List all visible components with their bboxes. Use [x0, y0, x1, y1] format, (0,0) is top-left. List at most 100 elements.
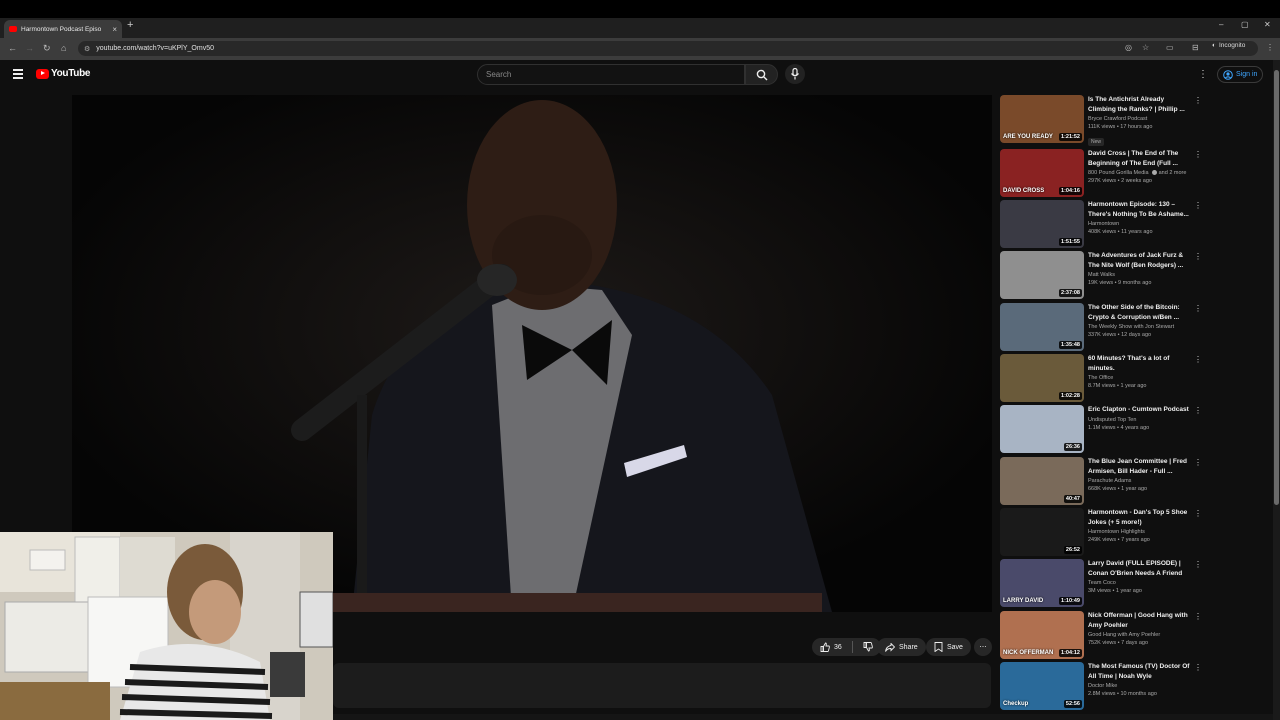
hamburger-icon[interactable] — [13, 69, 23, 79]
incognito-indicator[interactable]: ◐ Incognito — [1212, 42, 1245, 49]
bookmark-star-icon[interactable]: ☆ — [1142, 43, 1149, 52]
scrollbar-thumb[interactable] — [1274, 70, 1279, 505]
tab-close-icon[interactable]: × — [112, 25, 117, 34]
search-button[interactable] — [745, 64, 778, 85]
more-vert-icon[interactable]: ⋮ — [1194, 509, 1202, 518]
recommendation-thumbnail[interactable]: ARE YOU READY 1:21:52 — [1000, 95, 1084, 143]
recommendation-thumbnail[interactable]: 26:52 — [1000, 508, 1084, 556]
search-input[interactable]: Search — [477, 64, 745, 85]
thumbs-down-icon[interactable] — [863, 642, 873, 652]
more-vert-icon[interactable]: ⋮ — [1194, 560, 1202, 569]
recommendation-thumbnail[interactable]: 26:36 — [1000, 405, 1084, 453]
recommendation-info[interactable]: The Other Side of the Bitcoin: Crypto & … — [1088, 303, 1192, 338]
recommendation-thumbnail[interactable]: 1:51:55 — [1000, 200, 1084, 248]
address-bar[interactable]: ⚙ youtube.com/watch?v=uKPlY_Omv50 — [78, 41, 1258, 56]
recommendation-title[interactable]: The Adventures of Jack Furz & The Nite W… — [1088, 251, 1192, 270]
browser-tab[interactable]: Harmontown Podcast Episo × — [4, 20, 122, 38]
home-icon[interactable]: ⌂ — [61, 43, 66, 53]
recommendation-item[interactable]: 1:51:55 Harmontown Episode: 130 – There's… — [1000, 200, 1202, 250]
recommendation-thumbnail[interactable]: Checkup 52:56 — [1000, 662, 1084, 710]
recommendation-item[interactable]: ARE YOU READY 1:21:52 Is The Antichrist Al… — [1000, 95, 1202, 148]
recommendation-title[interactable]: Harmontown Episode: 130 – There's Nothin… — [1088, 200, 1192, 219]
recommendation-title[interactable]: The Most Famous (TV) Doctor Of All Time … — [1088, 662, 1192, 681]
recommendation-item[interactable]: 1:02:28 60 Minutes? That's a lot of minut… — [1000, 354, 1202, 404]
extensions-icon[interactable]: ⊟ — [1192, 43, 1199, 52]
maximize-button[interactable]: ▢ — [1241, 20, 1249, 29]
minimize-button[interactable]: – — [1219, 20, 1223, 29]
recommendation-channel[interactable]: Harmontown Highlights — [1088, 529, 1192, 535]
recommendation-title[interactable]: The Other Side of the Bitcoin: Crypto & … — [1088, 303, 1192, 322]
eye-off-icon[interactable]: ◎ — [1125, 43, 1132, 52]
sign-in-button[interactable]: Sign in — [1217, 66, 1264, 83]
more-vert-icon[interactable]: ⋮ — [1194, 201, 1202, 210]
recommendation-channel[interactable]: Undisputed Top Ten — [1088, 417, 1192, 423]
recommendation-info[interactable]: 60 Minutes? That's a lot of minutes. The … — [1088, 354, 1192, 389]
recommendation-item[interactable]: DAVID CROSS 1:04:16 David Cross | The End … — [1000, 149, 1202, 199]
description-box[interactable] — [333, 663, 991, 708]
more-vert-icon[interactable]: ⋮ — [1194, 304, 1202, 313]
recommendation-channel[interactable]: Doctor Mike — [1088, 683, 1192, 689]
recommendation-thumbnail[interactable]: LARRY DAVID 1:10:49 — [1000, 559, 1084, 607]
recommendation-info[interactable]: The Adventures of Jack Furz & The Nite W… — [1088, 251, 1192, 286]
recommendation-info[interactable]: David Cross | The End of The Beginning o… — [1088, 149, 1192, 184]
recommendation-title[interactable]: Is The Antichrist Already Climbing the R… — [1088, 95, 1192, 114]
more-vert-icon[interactable]: ⋮ — [1194, 612, 1202, 621]
sidepanel-icon[interactable]: ▭ — [1166, 43, 1174, 52]
browser-menu-icon[interactable]: ⋮ — [1266, 43, 1274, 52]
recommendation-thumbnail[interactable]: 40:47 — [1000, 457, 1084, 505]
recommendation-info[interactable]: Larry David (FULL EPISODE) | Conan O'Bri… — [1088, 559, 1192, 594]
more-vert-icon[interactable]: ⋮ — [1194, 663, 1202, 672]
thumbs-up-icon[interactable] — [820, 642, 830, 652]
recommendation-title[interactable]: Harmontown - Dan's Top 5 Shoe Jokes (+ 5… — [1088, 508, 1192, 527]
save-button[interactable]: Save — [926, 638, 971, 656]
recommendation-title[interactable]: The Blue Jean Committee | Fred Armisen, … — [1088, 457, 1192, 476]
recommendation-channel[interactable]: Good Hang with Amy Poehler — [1088, 632, 1192, 638]
close-window-button[interactable]: ✕ — [1264, 20, 1271, 29]
share-button[interactable]: Share — [877, 638, 926, 656]
recommendation-info[interactable]: Harmontown Episode: 130 – There's Nothin… — [1088, 200, 1192, 235]
recommendation-thumbnail[interactable]: NICK OFFERMAN 1:04:12 — [1000, 611, 1084, 659]
new-tab-button[interactable]: + — [127, 19, 133, 31]
recommendation-title[interactable]: Nick Offerman | Good Hang with Amy Poehl… — [1088, 611, 1192, 630]
recommendation-info[interactable]: Eric Clapton - Cumtown Podcast Undisputed… — [1088, 405, 1192, 431]
recommendation-info[interactable]: Harmontown - Dan's Top 5 Shoe Jokes (+ 5… — [1088, 508, 1192, 543]
settings-more-icon[interactable]: ⋮ — [1198, 69, 1208, 80]
recommendation-thumbnail[interactable]: DAVID CROSS 1:04:16 — [1000, 149, 1084, 197]
recommendation-info[interactable]: The Most Famous (TV) Doctor Of All Time … — [1088, 662, 1192, 697]
more-vert-icon[interactable]: ⋮ — [1194, 406, 1202, 415]
recommendation-info[interactable]: Nick Offerman | Good Hang with Amy Poehl… — [1088, 611, 1192, 646]
recommendation-info[interactable]: Is The Antichrist Already Climbing the R… — [1088, 95, 1192, 148]
recommendation-thumbnail[interactable]: 1:02:28 — [1000, 354, 1084, 402]
more-vert-icon[interactable]: ⋮ — [1194, 96, 1202, 105]
recommendation-item[interactable]: 2:37:08 The Adventures of Jack Furz & The… — [1000, 251, 1202, 301]
recommendation-item[interactable]: 1:35:48 The Other Side of the Bitcoin: Cr… — [1000, 303, 1202, 353]
more-actions-button[interactable]: ⋯ — [974, 638, 992, 656]
recommendation-title[interactable]: Eric Clapton - Cumtown Podcast — [1088, 405, 1192, 415]
site-info-icon[interactable]: ⚙ — [84, 45, 90, 53]
recommendation-thumbnail[interactable]: 2:37:08 — [1000, 251, 1084, 299]
page-scrollbar[interactable] — [1273, 60, 1280, 720]
recommendation-item[interactable]: 26:52 Harmontown - Dan's Top 5 Shoe Jokes… — [1000, 508, 1202, 558]
more-vert-icon[interactable]: ⋮ — [1194, 355, 1202, 364]
recommendation-channel[interactable]: The Office — [1088, 375, 1192, 381]
recommendation-channel[interactable]: Team Coco — [1088, 580, 1192, 586]
recommendation-channel[interactable]: Bryce Crawford Podcast — [1088, 116, 1192, 122]
recommendation-channel[interactable]: Matt Walks — [1088, 272, 1192, 278]
like-count[interactable]: 36 — [834, 644, 842, 651]
more-vert-icon[interactable]: ⋮ — [1194, 150, 1202, 159]
recommendation-title[interactable]: David Cross | The End of The Beginning o… — [1088, 149, 1192, 168]
voice-search-button[interactable] — [785, 64, 805, 84]
recommendation-thumbnail[interactable]: 1:35:48 — [1000, 303, 1084, 351]
recommendation-title[interactable]: 60 Minutes? That's a lot of minutes. — [1088, 354, 1192, 373]
recommendation-title[interactable]: Larry David (FULL EPISODE) | Conan O'Bri… — [1088, 559, 1192, 578]
youtube-logo[interactable]: YouTube — [36, 68, 91, 79]
recommendation-item[interactable]: LARRY DAVID 1:10:49 Larry David (FULL EPIS… — [1000, 559, 1202, 609]
more-vert-icon[interactable]: ⋮ — [1194, 458, 1202, 467]
back-icon[interactable]: ← — [8, 43, 17, 53]
recommendation-channel[interactable]: Harmontown — [1088, 221, 1192, 227]
recommendation-info[interactable]: The Blue Jean Committee | Fred Armisen, … — [1088, 457, 1192, 492]
recommendation-channel[interactable]: Parachute Adams — [1088, 478, 1192, 484]
more-vert-icon[interactable]: ⋮ — [1194, 252, 1202, 261]
forward-icon[interactable]: → — [25, 43, 34, 53]
recommendation-channel[interactable]: The Weekly Show with Jon Stewart — [1088, 324, 1192, 330]
